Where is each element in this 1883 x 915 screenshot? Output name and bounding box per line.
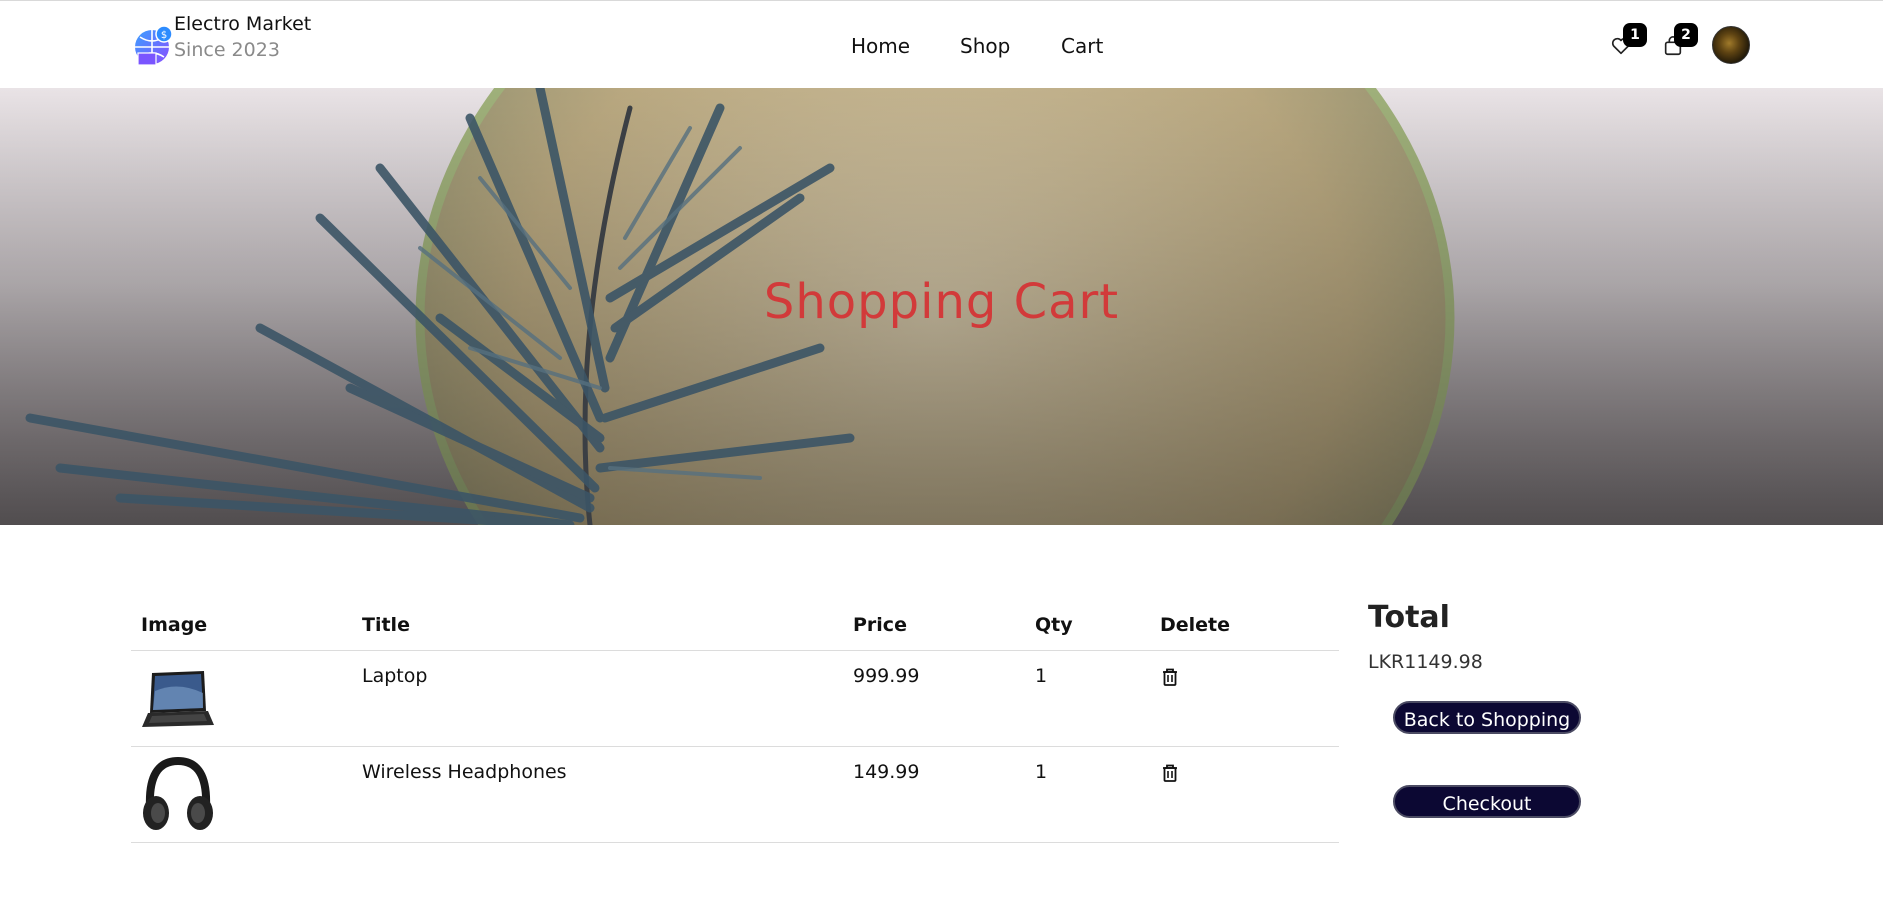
col-header-delete: Delete xyxy=(1160,614,1231,636)
trash-icon[interactable] xyxy=(1161,667,1179,687)
total-amount: LKR1149.98 xyxy=(1368,651,1483,673)
table-row: Wireless Headphones 149.99 1 xyxy=(131,746,1339,843)
total-heading: Total xyxy=(1368,600,1450,635)
headphones-thumbnail xyxy=(143,757,213,830)
table-row: Laptop 999.99 1 xyxy=(131,650,1339,747)
cart-count-badge: 2 xyxy=(1674,23,1698,47)
nav-home-link[interactable]: Home xyxy=(851,34,910,58)
nav-cart-link[interactable]: Cart xyxy=(1061,34,1103,58)
col-header-price: Price xyxy=(853,614,907,636)
page-title: Shopping Cart xyxy=(763,274,1120,330)
brand-name: Electro Market xyxy=(174,13,312,35)
back-to-shopping-button[interactable]: Back to Shopping xyxy=(1393,701,1581,734)
col-header-title: Title xyxy=(362,614,410,636)
col-header-qty: Qty xyxy=(1035,614,1073,636)
checkout-button[interactable]: Checkout xyxy=(1393,785,1581,818)
item-price: 999.99 xyxy=(853,665,920,687)
item-price: 149.99 xyxy=(853,761,920,783)
item-qty: 1 xyxy=(1035,761,1048,783)
item-title: Laptop xyxy=(362,665,428,687)
wishlist-count-badge: 1 xyxy=(1623,23,1647,47)
laptop-thumbnail xyxy=(142,671,214,727)
table-bottom-border xyxy=(131,842,1339,843)
col-header-image: Image xyxy=(141,614,208,636)
navbar: $ Electro Market Since 2023 Home Shop Ca… xyxy=(0,0,1883,88)
user-avatar[interactable] xyxy=(1712,26,1750,64)
item-title: Wireless Headphones xyxy=(362,761,567,783)
hero-banner: Shopping Cart xyxy=(0,88,1883,525)
main-nav: Home Shop Cart xyxy=(0,34,1883,60)
nav-shop-link[interactable]: Shop xyxy=(960,34,1010,58)
item-qty: 1 xyxy=(1035,665,1048,687)
trash-icon[interactable] xyxy=(1161,763,1179,783)
